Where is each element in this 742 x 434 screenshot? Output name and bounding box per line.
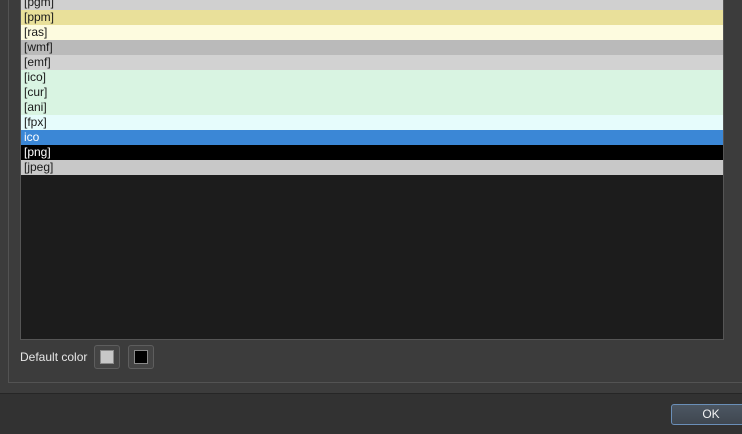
default-text-color-button[interactable] bbox=[128, 345, 155, 369]
list-item[interactable]: [emf] bbox=[21, 55, 723, 70]
list-item[interactable]: [png] bbox=[21, 145, 723, 160]
list-item[interactable]: [ppm] bbox=[21, 10, 723, 25]
list-item[interactable]: [ico] bbox=[21, 70, 723, 85]
list-item[interactable]: [wmf] bbox=[21, 40, 723, 55]
ok-button[interactable]: OK bbox=[671, 404, 742, 425]
list-item[interactable]: [fpx] bbox=[21, 115, 723, 130]
extension-color-list[interactable]: [pgm] [ppm] [ras] [wmf] [emf] [ico] [cur] [ani]… bbox=[20, 0, 724, 340]
default-background-color-button[interactable] bbox=[94, 345, 121, 369]
list-item[interactable]: [jpeg] bbox=[21, 160, 723, 175]
list-item[interactable]: [ani] bbox=[21, 100, 723, 115]
dialog-footer: OK bbox=[0, 393, 742, 434]
background-color-swatch bbox=[100, 350, 115, 364]
list-item[interactable]: [cur] bbox=[21, 85, 723, 100]
default-color-label: Default color bbox=[20, 350, 88, 364]
list-item[interactable]: [pgm] bbox=[21, 0, 723, 10]
text-color-swatch bbox=[134, 350, 149, 364]
default-color-row: Default color bbox=[20, 345, 162, 369]
list-item[interactable]: ico bbox=[21, 130, 723, 145]
list-item[interactable]: [ras] bbox=[21, 25, 723, 40]
